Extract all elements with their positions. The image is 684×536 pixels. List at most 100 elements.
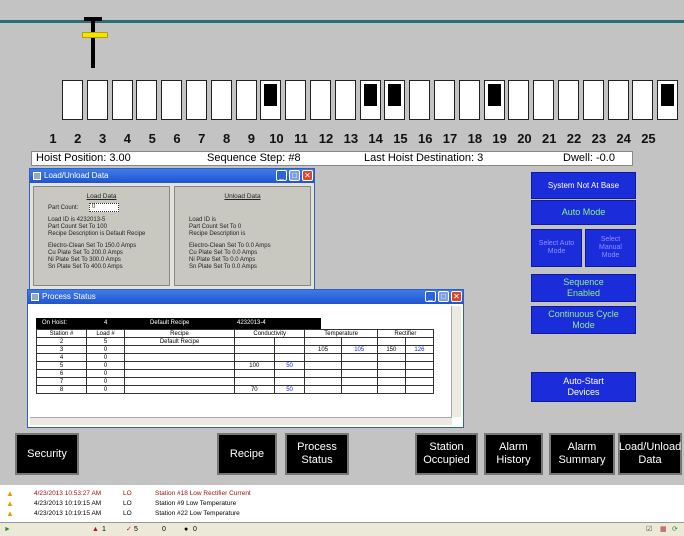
table-cell: 70 — [234, 385, 275, 394]
tank-number: 2 — [74, 131, 82, 146]
tank-number: 12 — [318, 131, 334, 146]
system-not-at-base-indicator: System Not At Base — [531, 172, 636, 199]
table-cell — [304, 377, 342, 386]
horizontal-scrollbar[interactable] — [30, 417, 452, 425]
process-status-button[interactable]: Process Status — [285, 433, 349, 475]
tank-load-indicator — [661, 84, 675, 106]
tank-load-indicator — [363, 84, 377, 106]
select-auto-mode-button[interactable]: Select Auto Mode — [531, 229, 582, 267]
load-unload-data-button[interactable]: Load/Unload Data — [618, 433, 682, 475]
tank[interactable] — [657, 80, 679, 120]
last-hoist-destination: Last Hoist Destination: 3 — [364, 152, 484, 164]
sequence-enabled-button[interactable]: Sequence Enabled — [531, 274, 636, 302]
close-icon[interactable]: ✕ — [451, 291, 462, 302]
load-line: Cu Plate Set To 200.0 Amps — [48, 250, 123, 256]
alarm-banner: ▲ 4/23/2013 10:53:27 AM LO Station #18 L… — [0, 485, 684, 522]
tank[interactable] — [409, 80, 431, 120]
table-cell — [404, 369, 435, 378]
tank[interactable] — [458, 80, 480, 120]
top-line — [0, 20, 684, 23]
table-row[interactable]: 40 — [36, 353, 435, 362]
table-cell: 150 — [376, 345, 406, 354]
select-manual-mode-button[interactable]: Select Manual Mode — [585, 229, 636, 267]
tank[interactable] — [334, 80, 356, 120]
load-line: Load ID is 4232013-5 — [48, 217, 106, 223]
auto-start-devices-button[interactable]: Auto-Start Devices — [531, 372, 636, 402]
tank[interactable] — [310, 80, 331, 120]
tank[interactable] — [136, 80, 158, 120]
tank[interactable] — [434, 80, 455, 120]
table-row[interactable]: 5 0 100 50 — [36, 361, 435, 370]
table-row[interactable]: 3 0 105 105 150 126 — [36, 345, 435, 354]
table-cell: 100 — [234, 361, 275, 370]
tank[interactable] — [161, 80, 183, 120]
table-cell — [304, 361, 342, 370]
alarm-summary-button[interactable]: Alarm Summary — [549, 433, 615, 475]
station-occupied-button[interactable]: Station Occupied — [415, 433, 478, 475]
tank[interactable] — [384, 80, 406, 120]
close-icon[interactable]: ✕ — [302, 170, 313, 181]
on-hoist-label: On Hoist: — [42, 320, 68, 326]
tank[interactable] — [86, 80, 108, 120]
alarm-message: Station #9 Low Temperature — [155, 500, 237, 507]
table-cell — [234, 377, 275, 386]
tank[interactable] — [558, 80, 579, 120]
table-cell: 50 — [273, 361, 306, 370]
table-cell: 3 — [36, 345, 87, 354]
table-cell — [404, 353, 435, 362]
count-c: 0 — [162, 526, 166, 533]
tank[interactable] — [235, 80, 257, 120]
tank[interactable] — [533, 80, 555, 120]
minimize-icon[interactable]: _ — [276, 170, 287, 181]
hmi-screen: Hoist Position: 3.00 Sequence Step: #8 L… — [0, 0, 684, 536]
tank[interactable] — [111, 80, 133, 120]
table-cell: 5 — [36, 361, 87, 370]
tank[interactable] — [186, 80, 207, 120]
table-cell — [376, 385, 406, 394]
load-line: Part Count Set To 100 — [48, 224, 107, 230]
refresh-icon[interactable]: ⟳ — [672, 523, 678, 536]
maximize-icon[interactable]: □ — [289, 170, 300, 181]
vertical-scrollbar[interactable] — [451, 306, 461, 417]
tank[interactable] — [607, 80, 629, 120]
table-row[interactable]: 70 — [36, 377, 435, 386]
alarm-history-button[interactable]: Alarm History — [484, 433, 543, 475]
process-status-titlebar[interactable]: Process Status _ □ ✕ — [28, 290, 463, 304]
play-icon[interactable]: ► — [4, 523, 11, 536]
table-cell: 0 — [86, 345, 125, 354]
tank[interactable] — [260, 80, 282, 120]
tank-number: 10 — [269, 131, 284, 146]
tank[interactable] — [483, 80, 505, 120]
table-cell — [376, 377, 406, 386]
tank-number: 8 — [222, 131, 231, 146]
tank[interactable] — [508, 80, 530, 120]
security-button[interactable]: Security — [15, 433, 79, 475]
window-icon — [31, 293, 39, 301]
load-unload-titlebar[interactable]: Load/Unload Data _ □ ✕ — [30, 169, 314, 183]
table-cell — [340, 377, 378, 386]
table-cell — [376, 337, 406, 346]
minimize-icon[interactable]: _ — [425, 291, 436, 302]
table-cell — [340, 385, 378, 394]
tank[interactable] — [582, 80, 604, 120]
grid-icon[interactable]: ▦ — [660, 523, 667, 536]
tank[interactable] — [632, 80, 654, 120]
tank[interactable] — [285, 80, 307, 120]
tank[interactable] — [210, 80, 232, 120]
table-row[interactable]: 8 0 70 50 — [36, 385, 435, 394]
table-cell — [124, 361, 235, 370]
table-row[interactable]: 2 5 Default Recipe — [36, 337, 435, 346]
on-hoist-load: 4 — [104, 320, 108, 326]
continuous-cycle-mode-button[interactable]: Continuous Cycle Mode — [531, 306, 636, 334]
table-cell: 5 — [86, 337, 125, 346]
tank[interactable] — [62, 80, 83, 120]
tank-number: 1 — [49, 131, 57, 146]
part-count-input[interactable]: 0 — [89, 203, 119, 212]
check-icon[interactable]: ☑ — [646, 523, 652, 536]
tank[interactable] — [359, 80, 381, 120]
table-row[interactable]: 60 — [36, 369, 435, 378]
recipe-button[interactable]: Recipe — [217, 433, 277, 475]
tank-load-indicator — [388, 84, 402, 106]
hoist-carriage[interactable] — [82, 32, 108, 38]
maximize-icon[interactable]: □ — [438, 291, 449, 302]
